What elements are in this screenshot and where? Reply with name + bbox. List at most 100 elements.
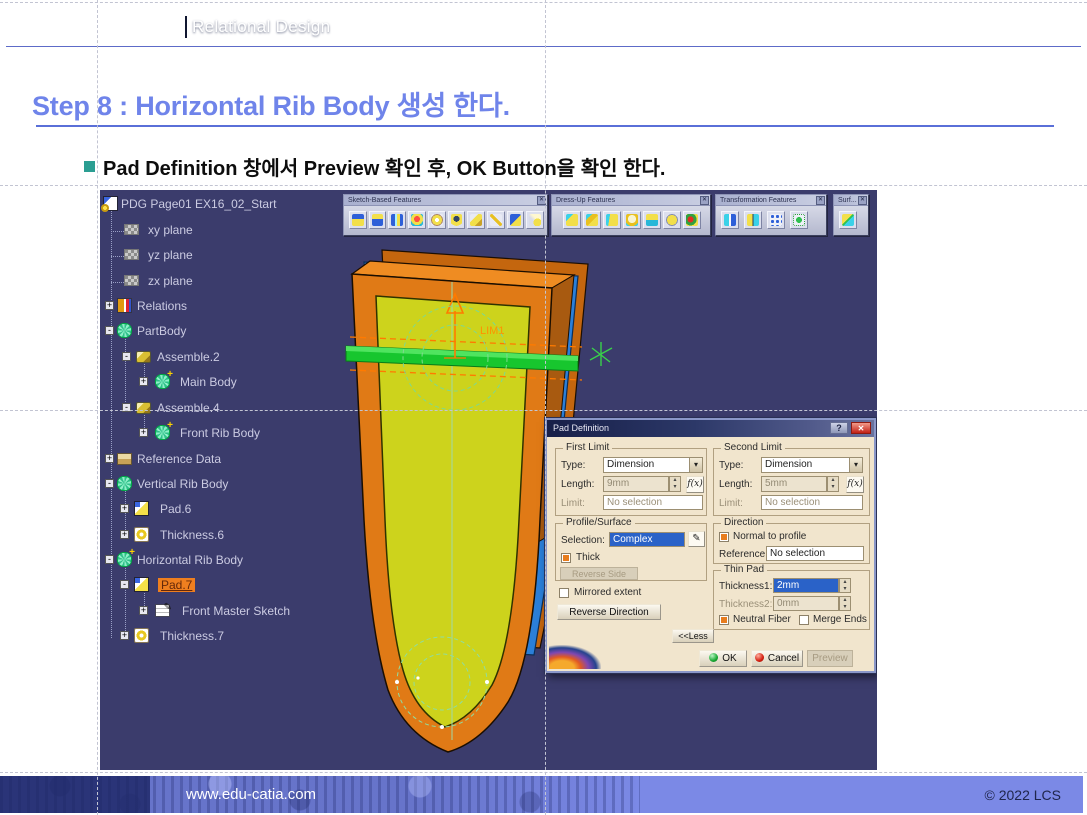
- thick-checkbox[interactable]: [561, 553, 571, 563]
- thickness1-field[interactable]: 2mm: [773, 578, 839, 593]
- reverse-direction-button[interactable]: Reverse Direction: [557, 604, 661, 620]
- thickness2-field[interactable]: 0mm: [773, 596, 839, 611]
- tree-item-main-body[interactable]: + Main Body: [100, 369, 340, 394]
- expander-icon[interactable]: +: [139, 428, 148, 437]
- thickness-icon: [134, 628, 149, 643]
- tree-item-reference-data[interactable]: + Reference Data: [100, 449, 340, 471]
- expander-icon[interactable]: +: [105, 301, 114, 310]
- tree-item-horizontal-rib-body[interactable]: - Horizontal Rib Body: [100, 547, 340, 572]
- tree-item-xy-plane[interactable]: xy plane: [100, 220, 340, 242]
- first-limit-type-select[interactable]: Dimension ▾: [603, 457, 703, 473]
- thickness-tool-icon[interactable]: [643, 211, 661, 229]
- formula-button[interactable]: f(x): [686, 476, 704, 493]
- draft-angle-tool-icon[interactable]: [603, 211, 621, 229]
- limit-label: Limit:: [719, 498, 743, 509]
- expander-icon[interactable]: -: [120, 580, 129, 589]
- toolbar-close-icon[interactable]: ✕: [537, 196, 546, 205]
- ok-button[interactable]: OK: [699, 650, 747, 667]
- tree-item-label: Front Rib Body: [180, 426, 261, 440]
- dropdown-arrow-icon[interactable]: ▾: [689, 458, 702, 472]
- tree-item-front-rib-body[interactable]: + Front Rib Body: [100, 420, 340, 445]
- tree-item-assemble2[interactable]: - Assemble.2: [100, 347, 340, 369]
- dropdown-arrow-icon[interactable]: ▾: [849, 458, 862, 472]
- split-tool-icon[interactable]: [839, 211, 857, 229]
- dialog-titlebar[interactable]: Pad Definition ? ✕: [547, 420, 874, 437]
- expander-icon[interactable]: -: [122, 352, 131, 361]
- rib-tool-icon[interactable]: [467, 211, 485, 229]
- expander-icon[interactable]: +: [120, 504, 129, 513]
- tree-item-pad6[interactable]: + Pad.6: [100, 499, 340, 521]
- groove-tool-icon[interactable]: [427, 211, 446, 229]
- axis-glyph-icon: [589, 342, 613, 366]
- expander-icon[interactable]: -: [105, 555, 114, 564]
- shaft-tool-icon[interactable]: [408, 211, 426, 229]
- mirrored-extent-checkbox[interactable]: [559, 588, 569, 598]
- thickness2-spinner[interactable]: ▴ ▾: [839, 596, 851, 611]
- formula-button[interactable]: f(x): [846, 476, 864, 493]
- expander-icon[interactable]: -: [105, 326, 114, 335]
- expander-icon[interactable]: +: [120, 631, 129, 640]
- edge-fillet-tool-icon[interactable]: [563, 211, 581, 229]
- limit-label: Limit:: [561, 498, 585, 509]
- toolbar-close-icon[interactable]: ✕: [700, 196, 709, 205]
- tree-item-zx-plane[interactable]: zx plane: [100, 271, 340, 293]
- remove-face-tool-icon[interactable]: [683, 211, 701, 229]
- sketch-edit-button[interactable]: ✎: [688, 531, 705, 547]
- expander-icon[interactable]: -: [122, 403, 131, 412]
- tree-item-yz-plane[interactable]: yz plane: [100, 245, 340, 267]
- tree-item-root[interactable]: PDG Page01 EX16_02_Start: [100, 194, 340, 216]
- tree-item-thickness7[interactable]: + Thickness.7: [100, 626, 340, 648]
- expander-icon[interactable]: +: [105, 454, 114, 463]
- tree-item-pad7[interactable]: - Pad.7: [100, 575, 340, 597]
- expander-icon[interactable]: -: [105, 479, 114, 488]
- slot-tool-icon[interactable]: [486, 211, 505, 229]
- length-spinner[interactable]: ▴ ▾: [669, 476, 681, 492]
- thread-tap-tool-icon[interactable]: [663, 211, 681, 229]
- tree-item-vertical-rib-body[interactable]: - Vertical Rib Body: [100, 474, 340, 496]
- shell-tool-icon[interactable]: [623, 211, 641, 229]
- tree-item-front-master-sketch[interactable]: + Front Master Sketch: [100, 601, 340, 623]
- hole-tool-icon[interactable]: [447, 211, 466, 229]
- second-limit-type-select[interactable]: Dimension ▾: [761, 457, 863, 473]
- tree-item-label: Horizontal Rib Body: [137, 553, 244, 567]
- translation-tool-icon[interactable]: [721, 211, 739, 229]
- normal-to-profile-checkbox[interactable]: [719, 532, 729, 542]
- close-icon[interactable]: ✕: [851, 422, 871, 434]
- preview-button[interactable]: Preview: [807, 650, 853, 667]
- scaling-tool-icon[interactable]: [790, 211, 808, 229]
- reference-field[interactable]: No selection: [766, 546, 864, 561]
- mirrored-extent-label: Mirrored extent: [574, 587, 642, 598]
- rectangular-pattern-tool-icon[interactable]: [767, 211, 785, 229]
- profile-selection-field[interactable]: Complex: [609, 532, 685, 547]
- toolbar-close-icon[interactable]: ✕: [816, 196, 825, 205]
- loft-tool-icon[interactable]: [526, 211, 545, 229]
- multi-pad-tool-icon[interactable]: [388, 211, 407, 229]
- expander-icon[interactable]: +: [120, 530, 129, 539]
- merge-ends-checkbox[interactable]: [799, 615, 809, 625]
- bullet-square-icon: [84, 161, 95, 172]
- tree-item-relations[interactable]: + Relations: [100, 296, 340, 318]
- toolbar-close-icon[interactable]: ✕: [858, 196, 867, 205]
- mirror-tool-icon[interactable]: [744, 211, 762, 229]
- cancel-button[interactable]: Cancel: [751, 650, 803, 667]
- plane-icon: [124, 224, 139, 235]
- second-limit-limit-field[interactable]: No selection: [761, 495, 863, 510]
- less-button[interactable]: <<Less: [672, 629, 714, 643]
- neutral-fiber-checkbox[interactable]: [719, 615, 729, 625]
- chamfer-tool-icon[interactable]: [583, 211, 601, 229]
- pad-tool-icon[interactable]: [349, 211, 367, 229]
- first-limit-limit-field[interactable]: No selection: [603, 495, 703, 510]
- expander-icon[interactable]: +: [139, 377, 148, 386]
- tree-item-partbody[interactable]: - PartBody: [100, 321, 340, 343]
- pocket-tool-icon[interactable]: [368, 211, 387, 229]
- length-spinner[interactable]: ▴ ▾: [827, 476, 839, 492]
- reverse-side-button[interactable]: Reverse Side: [560, 567, 638, 580]
- help-icon[interactable]: ?: [830, 422, 848, 434]
- expander-icon[interactable]: +: [139, 606, 148, 615]
- first-limit-length-field[interactable]: 9mm: [603, 476, 669, 492]
- second-limit-length-field[interactable]: 5mm: [761, 476, 827, 492]
- tree-item-assemble4[interactable]: - Assemble.4: [100, 398, 340, 420]
- stiffener-tool-icon[interactable]: [506, 211, 525, 229]
- thickness1-spinner[interactable]: ▴ ▾: [839, 578, 851, 593]
- tree-item-thickness6[interactable]: + Thickness.6: [100, 525, 340, 547]
